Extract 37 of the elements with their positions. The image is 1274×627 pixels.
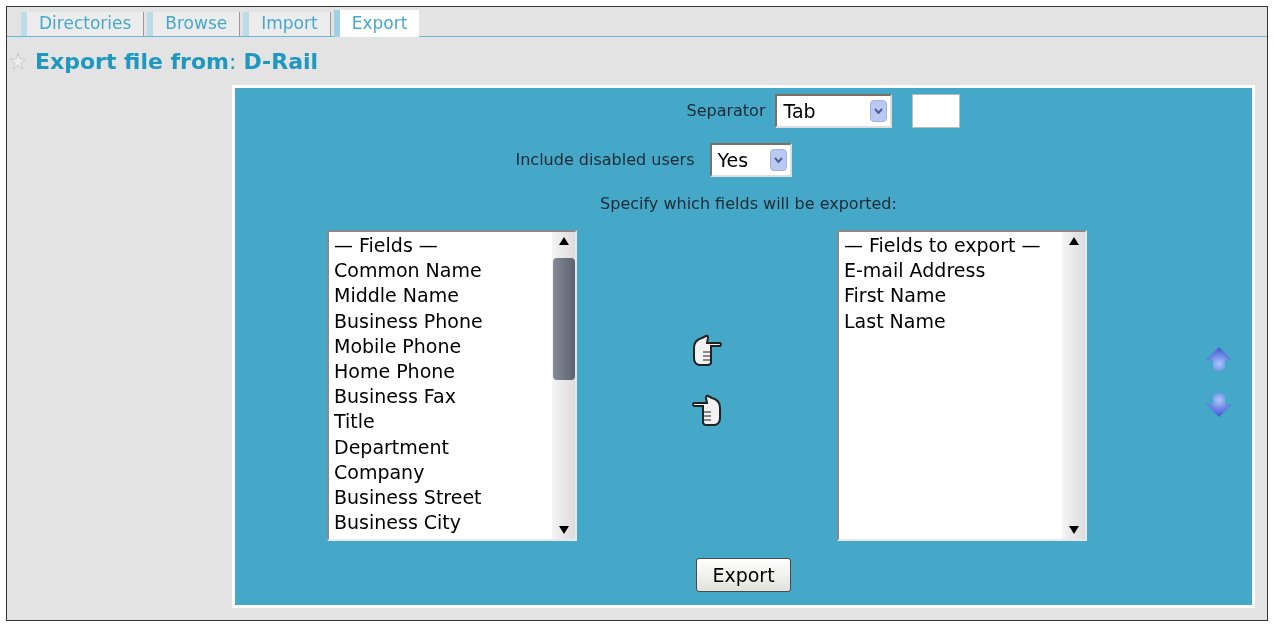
list-item[interactable]: Business Phone [334, 308, 552, 334]
hand-pointing-right-icon[interactable] [690, 334, 724, 368]
list-item[interactable]: First Name [844, 283, 1062, 309]
list-item[interactable]: Title [334, 409, 552, 435]
star-icon [9, 52, 27, 70]
list-item[interactable]: Mobile Phone [334, 333, 552, 359]
dropdown-caret-icon [769, 149, 787, 171]
list-item[interactable]: Common Name [334, 258, 552, 284]
hand-pointing-left-icon[interactable] [690, 394, 724, 428]
instruction-text: Specify which fields will be exported: [600, 193, 897, 215]
scroll-down-icon[interactable] [558, 526, 569, 534]
page-title: Export file from: D-Rail [35, 47, 319, 76]
list-item[interactable]: Department [334, 434, 552, 460]
include-disabled-label: Include disabled users [515, 149, 695, 171]
scroll-up-icon[interactable] [1068, 237, 1079, 245]
list-item[interactable]: Business City [334, 510, 552, 536]
scroll-thumb[interactable] [552, 258, 575, 380]
list-header: — Fields to export — [844, 233, 1042, 258]
scroll-up-icon[interactable] [558, 237, 569, 245]
export-fields-list[interactable]: — Fields to export — E-mail Address First Name Last Name [837, 230, 1087, 541]
list-item[interactable]: Last Name [844, 308, 1062, 334]
list-item[interactable]: Business Street [334, 485, 552, 511]
separator-label: Separator [686, 100, 766, 122]
separator-input[interactable] [912, 94, 961, 128]
list-item[interactable]: Home Phone [334, 359, 552, 385]
separator-dropdown[interactable]: Tab [775, 94, 893, 128]
scroll-down-icon[interactable] [1068, 526, 1079, 534]
list-item[interactable]: Company [334, 459, 552, 486]
dropdown-caret-icon [870, 100, 888, 122]
scrollbar[interactable] [552, 232, 575, 539]
available-fields-list[interactable]: — Fields — Common Name Middle Name Business Phone Mobile Phone Home Phone Business Fax Title Department Company Business Street Business City [327, 230, 577, 541]
list-header: — Fields — [334, 233, 439, 258]
list-item[interactable]: Business Fax [334, 384, 552, 410]
scrollbar[interactable] [1062, 232, 1085, 539]
list-item[interactable]: E-mail Address [844, 258, 1062, 284]
list-item[interactable]: Middle Name [334, 283, 552, 309]
export-button[interactable]: Export [696, 558, 791, 592]
